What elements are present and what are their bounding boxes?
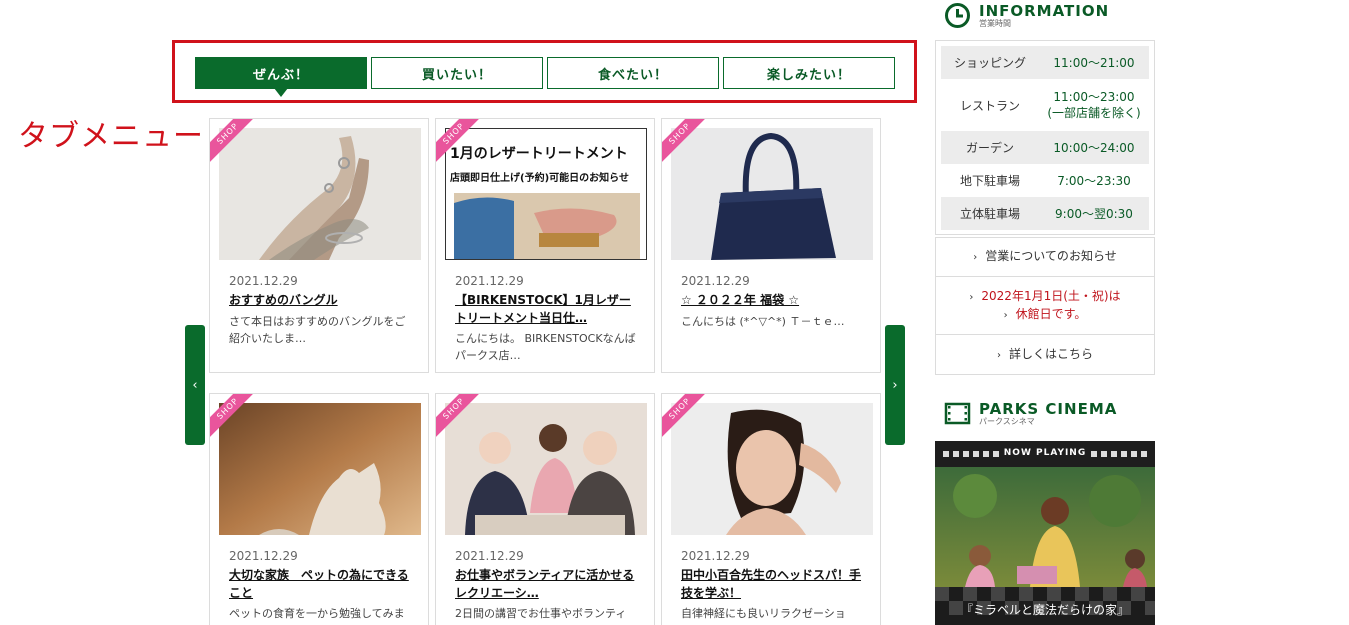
article-card[interactable]: SHOP 2021.12.29 おすすめのバングル さて本日はおすすめのバングル… [209, 118, 429, 373]
hours-time: 11:00〜23:00 [1053, 90, 1135, 104]
prev-arrow-button[interactable]: ‹ [185, 325, 205, 445]
article-title-link[interactable]: ☆ ２０２２年 福袋 ☆ [681, 291, 866, 309]
hours-label: レストラン [959, 98, 1020, 113]
cinema-subtitle: パークスシネマ [979, 416, 1035, 426]
chevron-right-icon: › [973, 252, 978, 263]
tab-menu-highlight: ぜんぶ！ 買いたい！ 食べたい！ 楽しみたい！ [172, 40, 917, 103]
annotation-label: タブメニュー [18, 119, 204, 154]
chevron-right-icon: › [1003, 309, 1008, 321]
information-header: INFORMATION 営業時間 [944, 2, 1109, 29]
article-date: 2021.12.29 [455, 549, 524, 563]
hours-note: (一部店舗を除く) [1047, 106, 1141, 120]
article-thumbnail[interactable] [671, 128, 873, 260]
hours-value: 7:00〜23:30 [1057, 173, 1131, 188]
information-title: INFORMATION [979, 1, 1110, 20]
article-card[interactable]: SHOP 2021.12.29 お仕事やボランティアに活かせるレクリエーシ… 2… [435, 393, 655, 625]
movie-title: 『ミラベルと魔法だらけの家』 [960, 603, 1129, 617]
article-date: 2021.12.29 [681, 549, 750, 563]
article-card[interactable]: SHOP 1月のレザートリートメント 店頭即日仕上げ(予約)可能日のお知らせ 2… [435, 118, 655, 373]
holiday-notice-line1: 2022年1月1日(土・祝)は [981, 288, 1121, 303]
article-date: 2021.12.29 [455, 274, 524, 288]
clock-icon [945, 3, 970, 28]
article-date: 2021.12.29 [229, 549, 298, 563]
hours-row: ショッピング 11:00〜21:00 [941, 46, 1149, 79]
hours-label: 立体駐車場 [959, 207, 1020, 221]
tab-all[interactable]: ぜんぶ！ [195, 57, 367, 97]
hours-row: 立体駐車場 9:00〜翌0:30 [941, 197, 1149, 230]
film-icon [944, 402, 971, 425]
chevron-right-icon: › [969, 291, 974, 303]
article-excerpt: こんにちは (*^▽^*) Ｔ－ｔｅ… [681, 315, 845, 328]
now-playing-banner[interactable]: NOW PLAYING 『ミラベルと魔法だらけの家』 [935, 441, 1155, 625]
article-excerpt: こんにちは。 BIRKENSTOCKなんばパークス店… [455, 332, 636, 362]
hours-row: レストラン 11:00〜23:00 (一部店舗を除く) [941, 79, 1149, 131]
article-thumbnail[interactable] [219, 128, 421, 260]
article-title-link[interactable]: お仕事やボランティアに活かせるレクリエーシ… [455, 566, 640, 602]
details-link-label: 詳しくはこちら [1008, 346, 1093, 361]
thumbnail-subheadline: 店頭即日仕上げ(予約)可能日のお知らせ [450, 173, 629, 184]
article-thumbnail[interactable]: 1月のレザートリートメント 店頭即日仕上げ(予約)可能日のお知らせ [445, 128, 647, 260]
article-excerpt: ペットの食育を一から勉強してみませんか… [229, 607, 405, 625]
article-card[interactable]: SHOP 2021.12.29 大切な家族 ペットの為にできること ペットの食育… [209, 393, 429, 625]
hours-value: 11:00〜23:00 (一部店舗を除く) [1039, 89, 1149, 121]
hours-row: 地下駐車場 7:00〜23:30 [941, 164, 1149, 197]
holiday-notice-link[interactable]: › 2022年1月1日(土・祝)は › 休館日です。 [935, 277, 1155, 335]
tab-buy[interactable]: 買いたい！ [371, 57, 543, 89]
article-thumbnail[interactable] [671, 403, 873, 535]
article-date: 2021.12.29 [229, 274, 298, 288]
article-excerpt: 2日間の講習でお仕事やボランティア… [455, 607, 627, 625]
article-card[interactable]: SHOP 2021.12.29 ☆ ２０２２年 福袋 ☆ こんにちは (*^▽^… [661, 118, 881, 373]
hours-label: ショッピング [953, 56, 1026, 70]
holiday-notice-line2: 休館日です。 [1015, 306, 1087, 321]
next-arrow-button[interactable]: › [885, 325, 905, 445]
thumbnail-headline: 1月のレザートリートメント [450, 146, 628, 162]
article-thumbnail[interactable] [219, 403, 421, 535]
hours-row: ガーデン 10:00〜24:00 [941, 131, 1149, 164]
hours-value: 9:00〜翌0:30 [1055, 206, 1133, 221]
article-title-link[interactable]: 田中小百合先生のヘッドスパ！手技を学ぶ！ [681, 566, 866, 602]
cinema-title: PARKS CINEMA [979, 399, 1118, 418]
hours-label: ガーデン [965, 141, 1014, 155]
tab-eat[interactable]: 食べたい！ [547, 57, 719, 89]
business-hours-table: ショッピング 11:00〜21:00 レストラン 11:00〜23:00 (一部… [935, 40, 1155, 235]
article-title-link[interactable]: おすすめのバングル [229, 291, 414, 309]
article-excerpt: さて本日はおすすめのバングルをご紹介いたしま… [229, 315, 406, 345]
hours-value: 10:00〜24:00 [1053, 140, 1135, 155]
business-notice-link[interactable]: › 営業についてのお知らせ [935, 237, 1155, 277]
article-date: 2021.12.29 [681, 274, 750, 288]
article-excerpt: 自律神経にも良いリラクゼーション… [681, 607, 846, 625]
cinema-header: PARKS CINEMA パークスシネマ [944, 400, 1117, 427]
details-link[interactable]: › 詳しくはこちら [935, 335, 1155, 375]
business-notice-label: 営業についてのお知らせ [985, 249, 1117, 263]
chevron-right-icon: › [892, 377, 898, 393]
article-title-link[interactable]: 大切な家族 ペットの為にできること [229, 566, 414, 602]
tab-enjoy[interactable]: 楽しみたい！ [723, 57, 895, 89]
chevron-left-icon: ‹ [192, 377, 198, 393]
now-playing-label: NOW PLAYING [1003, 448, 1087, 458]
hours-label: 地下駐車場 [959, 174, 1020, 188]
article-title-link[interactable]: 【BIRKENSTOCK】1月レザートリートメント当日仕… [455, 291, 640, 327]
information-subtitle: 営業時間 [979, 18, 1011, 28]
hours-value: 11:00〜21:00 [1053, 55, 1135, 70]
article-card[interactable]: SHOP 2021.12.29 田中小百合先生のヘッドスパ！手技を学ぶ！ 自律神… [661, 393, 881, 625]
article-thumbnail[interactable] [445, 403, 647, 535]
chevron-right-icon: › [996, 349, 1001, 361]
